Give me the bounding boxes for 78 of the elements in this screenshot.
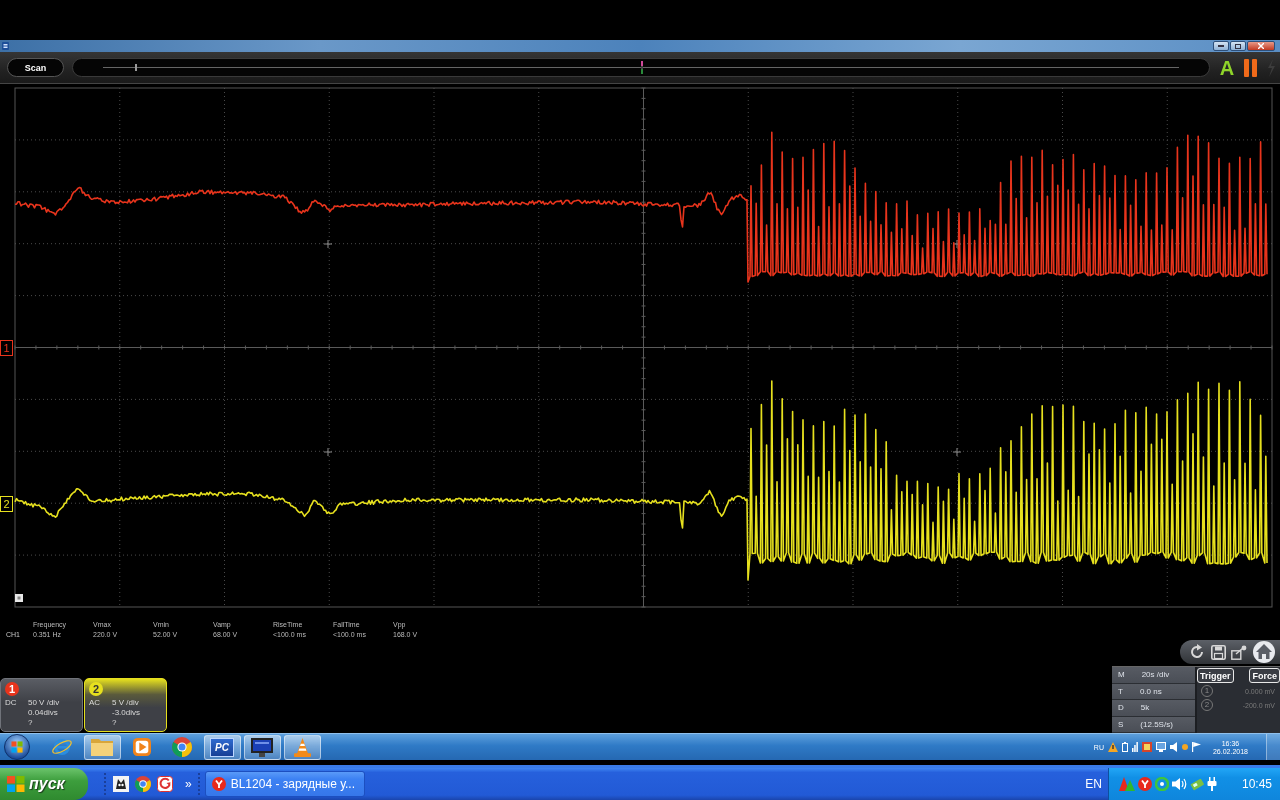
coupling-label: DC [5, 698, 17, 707]
cat-icon[interactable] [113, 776, 129, 792]
square-marker-icon [15, 594, 23, 602]
share-icon[interactable] [1231, 644, 1248, 660]
offset-value: -3.0divs [112, 708, 140, 717]
dot-icon[interactable] [1181, 744, 1188, 750]
trigger-button[interactable]: Force [1249, 668, 1280, 683]
taskbar-button[interactable]: PC [203, 734, 241, 760]
timebase-key: M [1118, 670, 1125, 680]
trigger-button[interactable]: Trigger [1197, 668, 1234, 683]
ring-icon[interactable] [1155, 777, 1169, 791]
minimize-button[interactable] [1213, 41, 1229, 51]
scan-button[interactable]: Scan [7, 58, 64, 77]
channel-marker[interactable]: 2 [0, 496, 13, 512]
more-button[interactable]: » [183, 777, 194, 791]
minimize-icon [1218, 45, 1224, 47]
fork-logo-icon[interactable] [1138, 777, 1152, 791]
browser-icon[interactable] [51, 736, 73, 758]
swirl-icon[interactable] [157, 776, 173, 792]
trigger-marker-icon [641, 61, 643, 74]
device-icon[interactable] [1190, 777, 1204, 791]
close-icon [1258, 43, 1264, 49]
language-indicator[interactable]: EN [1085, 777, 1102, 791]
grip-icon [104, 773, 107, 795]
home-icon[interactable] [1253, 641, 1276, 663]
tile-icon[interactable] [1141, 742, 1152, 752]
refresh-icon[interactable] [1188, 644, 1205, 660]
monitor-icon[interactable] [1155, 742, 1166, 752]
pause-icon[interactable] [1244, 58, 1258, 77]
timebase-value: 20s /div [1141, 670, 1170, 680]
slider-thumb[interactable] [135, 64, 138, 71]
maximize-icon [1235, 43, 1241, 49]
close-button[interactable] [1247, 41, 1275, 51]
folder-icon [90, 737, 114, 757]
app-tile: PC [210, 737, 234, 757]
speaker-icon[interactable] [1172, 777, 1187, 791]
plug-icon[interactable] [1207, 777, 1217, 791]
timebase-value: 5k [1140, 703, 1150, 713]
channel-marker[interactable]: 1 [0, 340, 13, 356]
play-icon[interactable] [133, 738, 151, 756]
flag-icon[interactable] [1191, 742, 1201, 752]
clock[interactable]: 10:45 [1241, 777, 1272, 791]
timebase-key: T [1118, 686, 1123, 696]
cone-icon [293, 737, 311, 757]
grip-icon [197, 773, 201, 795]
bars-icon[interactable] [1131, 742, 1138, 752]
maximize-button[interactable] [1230, 41, 1246, 51]
save-icon[interactable] [1210, 644, 1226, 660]
browser-icon[interactable] [135, 776, 151, 792]
taskbar-button[interactable] [243, 734, 281, 760]
channel-panel[interactable]: 1 DC 50 V /div 0.04divs ? [0, 678, 83, 732]
timebase-key: D [1118, 703, 1124, 713]
auto-button[interactable]: A [1218, 56, 1236, 79]
probe-value: ? [112, 718, 117, 727]
browser-icon[interactable] [172, 737, 192, 757]
monitor-icon [251, 737, 273, 757]
fork-logo-icon [211, 777, 226, 791]
task-label: BL1204 - зарядные у... [230, 777, 355, 791]
channel-badge: 2 [89, 682, 103, 696]
probe-value: ? [28, 718, 33, 727]
speaker-icon[interactable] [1169, 742, 1178, 752]
offset-value: 0.04divs [28, 708, 58, 717]
app-icon [2, 42, 9, 50]
coupling-label: AC [89, 698, 101, 707]
channel-panel[interactable]: 2 AC 5 V /div -3.0divs ? [84, 678, 167, 732]
channel-badge: 1 [5, 682, 19, 696]
flag-logo-icon [6, 775, 26, 793]
scale-value: 50 V /div [28, 698, 60, 707]
warning-icon[interactable] [1107, 742, 1118, 752]
timebase-value: (12.5S/s) [1140, 719, 1173, 729]
battery-icon[interactable] [1121, 742, 1128, 752]
taskbar-task-button[interactable]: BL1204 - зарядные у... [204, 771, 365, 797]
scale-value: 5 V /div [112, 698, 139, 707]
timebase-value: 0.0 ns [1139, 686, 1162, 696]
timebase-key: S [1118, 719, 1124, 729]
start-orb-icon[interactable] [4, 734, 30, 760]
start-button[interactable]: пуск [0, 768, 88, 800]
timeline-slider[interactable] [72, 58, 1210, 77]
